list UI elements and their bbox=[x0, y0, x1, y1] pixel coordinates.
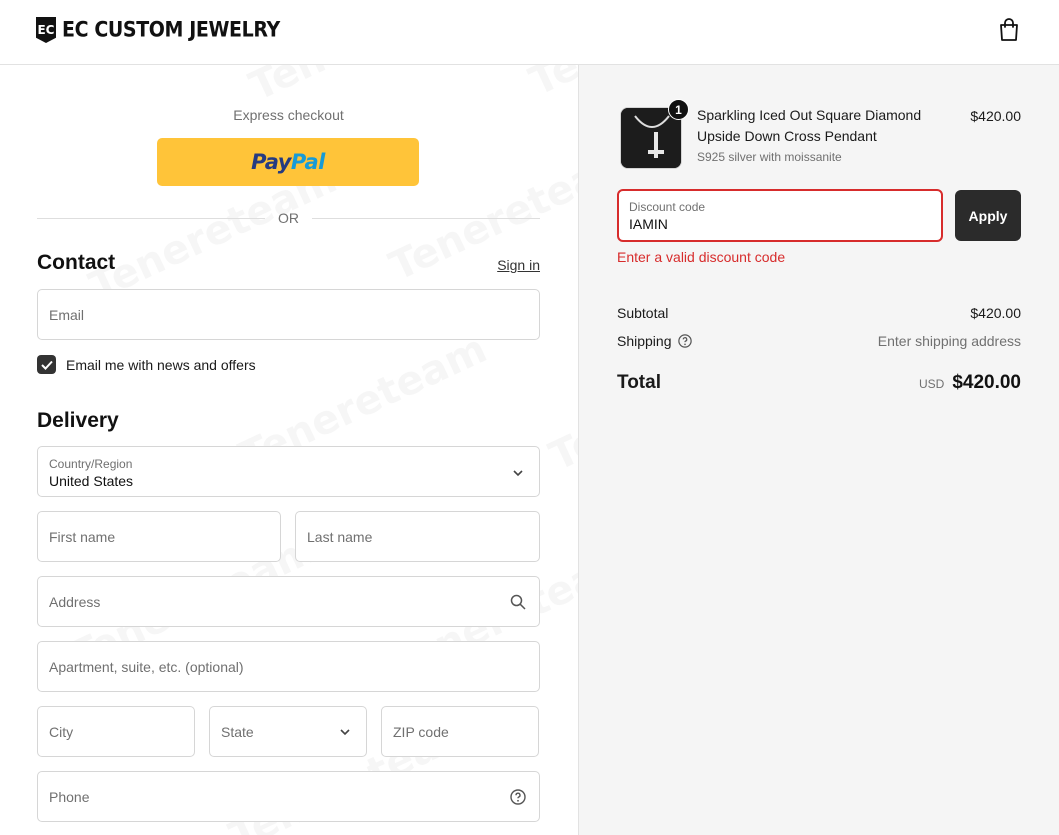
currency-code: USD bbox=[918, 377, 945, 391]
total-label: Total bbox=[617, 372, 661, 393]
zip-code-field[interactable]: ZIP code bbox=[381, 706, 539, 757]
shipping-label: Shipping bbox=[617, 333, 672, 349]
paypal-button[interactable]: PayPal bbox=[157, 138, 419, 186]
city-field[interactable]: City bbox=[37, 706, 195, 757]
newsletter-checkbox-row[interactable]: Email me with news and offers bbox=[37, 355, 256, 374]
paypal-logo: PayPal bbox=[251, 150, 325, 174]
site-header: EC EC CUSTOM JEWELRY bbox=[0, 0, 1059, 65]
state-placeholder: State bbox=[221, 724, 254, 740]
brand-name: EC CUSTOM JEWELRY bbox=[62, 17, 280, 43]
zip-code-placeholder: ZIP code bbox=[393, 724, 449, 740]
email-field[interactable]: Email bbox=[37, 289, 540, 340]
address-field[interactable]: Address bbox=[37, 576, 540, 627]
brand-logo[interactable]: EC EC CUSTOM JEWELRY bbox=[36, 17, 280, 43]
first-name-placeholder: First name bbox=[49, 529, 116, 545]
first-name-field[interactable]: First name bbox=[37, 511, 281, 562]
chevron-down-icon bbox=[513, 470, 523, 477]
last-name-field[interactable]: Last name bbox=[295, 511, 540, 562]
discount-code-field[interactable]: Discount code IAMIN bbox=[617, 189, 943, 242]
quantity-badge: 1 bbox=[668, 99, 689, 120]
search-icon bbox=[510, 594, 526, 610]
city-placeholder: City bbox=[49, 724, 74, 740]
shipping-value: Enter shipping address bbox=[877, 333, 1021, 349]
checkout-form: Express checkout PayPal OR Contact Sign … bbox=[0, 65, 578, 835]
product-price: $420.00 bbox=[970, 108, 1021, 124]
order-summary: 1 Sparkling Iced Out Square Diamond Upsi… bbox=[578, 65, 1059, 835]
help-icon[interactable] bbox=[510, 789, 526, 805]
country-select[interactable]: Country/Region United States bbox=[37, 446, 540, 497]
discount-error-message: Enter a valid discount code bbox=[617, 249, 786, 265]
brand-logo-mark: EC bbox=[36, 17, 56, 43]
state-select[interactable]: State bbox=[209, 706, 367, 757]
country-value: United States bbox=[49, 473, 134, 489]
delivery-title: Delivery bbox=[37, 409, 119, 432]
newsletter-label: Email me with news and offers bbox=[66, 356, 256, 373]
total-value-group: USD $420.00 bbox=[919, 372, 1021, 394]
help-icon[interactable] bbox=[677, 334, 692, 348]
product-name: Sparkling Iced Out Square Diamond Upside… bbox=[697, 107, 922, 144]
phone-field[interactable]: Phone bbox=[37, 771, 540, 822]
sign-in-link[interactable]: Sign in bbox=[480, 257, 540, 273]
product-variant: S925 silver with moissanite bbox=[697, 150, 842, 164]
shopping-bag-icon[interactable] bbox=[998, 18, 1020, 42]
total-amount: $420.00 bbox=[952, 372, 1021, 393]
discount-code-label: Discount code bbox=[629, 200, 706, 214]
express-checkout-label: Express checkout bbox=[233, 107, 344, 123]
or-divider: OR bbox=[37, 209, 540, 227]
email-placeholder: Email bbox=[49, 307, 85, 323]
shipping-label-group: Shipping bbox=[617, 333, 692, 349]
apartment-field[interactable]: Apartment, suite, etc. (optional) bbox=[37, 641, 540, 692]
contact-title: Contact bbox=[37, 251, 116, 274]
apply-discount-button[interactable]: Apply bbox=[955, 190, 1021, 241]
discount-code-value: IAMIN bbox=[629, 216, 668, 232]
country-label: Country/Region bbox=[49, 457, 133, 471]
apartment-placeholder: Apartment, suite, etc. (optional) bbox=[49, 659, 244, 675]
checkmark-icon bbox=[40, 360, 53, 370]
address-placeholder: Address bbox=[49, 594, 101, 610]
subtotal-label: Subtotal bbox=[617, 305, 669, 321]
phone-placeholder: Phone bbox=[49, 789, 90, 805]
newsletter-checkbox[interactable] bbox=[37, 355, 56, 374]
chevron-down-icon bbox=[340, 729, 350, 736]
subtotal-value: $420.00 bbox=[970, 305, 1021, 321]
last-name-placeholder: Last name bbox=[307, 529, 373, 545]
